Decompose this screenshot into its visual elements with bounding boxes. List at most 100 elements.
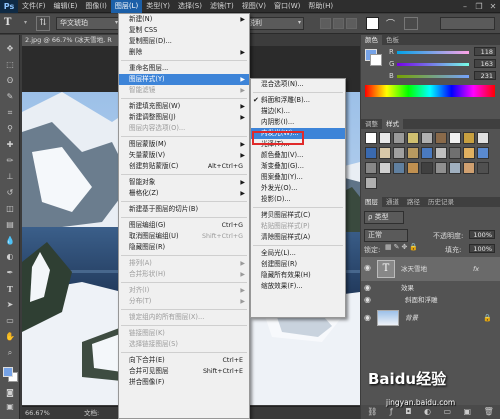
opacity-value[interactable]: 100%: [469, 230, 495, 239]
clone-stamp-tool-icon[interactable]: ⊥: [3, 171, 17, 183]
quick-select-tool-icon[interactable]: ✎: [3, 91, 17, 103]
layer_menu-item[interactable]: 选择链接图层(S): [119, 339, 249, 350]
workspace-select[interactable]: [440, 17, 495, 30]
text-color-swatch[interactable]: [366, 17, 379, 30]
style-swatch[interactable]: [463, 162, 475, 174]
style_menu-item[interactable]: 隐藏所有效果(H): [251, 270, 345, 281]
style-swatch[interactable]: [421, 147, 433, 159]
font-family-select[interactable]: 华文琥珀: [56, 17, 120, 30]
style-swatch[interactable]: [393, 147, 405, 159]
layer_menu-item[interactable]: 合并可见图层 Shift+Ctrl+E: [119, 366, 249, 377]
style_menu-item[interactable]: 创建图层(R): [251, 259, 345, 270]
menu-image[interactable]: 图像(I): [81, 0, 111, 13]
blur-tool-icon[interactable]: 💧: [3, 235, 17, 247]
layer_menu-item[interactable]: 图层蒙版(M) ▶: [119, 139, 249, 150]
style-swatch[interactable]: [449, 132, 461, 144]
screen-mode-icon[interactable]: ▣: [3, 401, 17, 413]
style_menu-item[interactable]: 颜色叠加(V)...: [251, 150, 345, 161]
style-swatch[interactable]: [477, 162, 489, 174]
tab-history[interactable]: 历史记录: [424, 197, 458, 207]
style-swatch[interactable]: [421, 132, 433, 144]
layer_menu-item[interactable]: 图层样式(Y) ▶: [119, 74, 249, 85]
eye-icon[interactable]: ◉: [364, 293, 371, 307]
layer_menu-item[interactable]: 拼合图像(F): [119, 377, 249, 388]
hand-tool-icon[interactable]: ✋: [3, 331, 17, 343]
layer-filter-select[interactable]: ρ 类型: [364, 211, 404, 224]
menu-window[interactable]: 窗口(W): [270, 0, 304, 13]
pen-tool-icon[interactable]: ✒: [3, 267, 17, 279]
layer_menu-item[interactable]: 复制图层(D)...: [119, 36, 249, 47]
layer_menu-item[interactable]: 删除 ▶: [119, 47, 249, 58]
layer_menu-item[interactable]: 向下合并(E) Ctrl+E: [119, 355, 249, 366]
menu-file[interactable]: 文件(F): [18, 0, 50, 13]
layer_menu-item[interactable]: 智能对象 ▶: [119, 177, 249, 188]
lock-icons[interactable]: ▦✎✥🔒: [385, 243, 420, 251]
style_menu-item[interactable]: 投影(D)...: [251, 194, 345, 205]
style_menu-item[interactable]: 外发光(O)...: [251, 183, 345, 194]
style_menu-item[interactable]: 缩放效果(F)...: [251, 281, 345, 292]
style-swatch[interactable]: [449, 147, 461, 159]
tab-layers[interactable]: 图层: [361, 197, 382, 207]
menu-filter[interactable]: 滤镜(T): [206, 0, 238, 13]
shape-tool-icon[interactable]: ▭: [3, 315, 17, 327]
blend-mode-select[interactable]: 正常: [364, 229, 408, 242]
menu-type[interactable]: 类型(Y): [142, 0, 174, 13]
style_menu-item[interactable]: 混合选项(N)...: [251, 79, 345, 90]
minimize-icon[interactable]: –: [458, 0, 472, 13]
style-swatch[interactable]: [379, 147, 391, 159]
tab-swatches[interactable]: 色板: [382, 35, 403, 45]
style_menu-item[interactable]: 渐变叠加(G)...: [251, 161, 345, 172]
red-value[interactable]: 118: [474, 47, 496, 56]
layer_menu-item[interactable]: 合并形状(H) ▶: [119, 269, 249, 280]
layer-row-text[interactable]: ◉ T 冰天雪地 fx: [361, 257, 500, 281]
path-select-tool-icon[interactable]: ➤: [3, 299, 17, 311]
green-value[interactable]: 163: [474, 59, 496, 68]
style_menu-item[interactable]: ✔ 斜面和浮雕(B)...: [251, 95, 345, 106]
fx-badge[interactable]: fx: [473, 262, 479, 276]
style-swatch[interactable]: [365, 132, 377, 144]
style-swatch[interactable]: [407, 162, 419, 174]
style-swatch[interactable]: [477, 132, 489, 144]
style-swatch[interactable]: [393, 132, 405, 144]
tab-paths[interactable]: 路径: [403, 197, 424, 207]
eye-icon[interactable]: ◉: [364, 311, 371, 325]
tab-color[interactable]: 颜色: [361, 35, 382, 45]
layer_menu-item[interactable]: 图层内容选项(O)...: [119, 123, 249, 134]
style_menu-item[interactable]: 内阴影(I)...: [251, 117, 345, 128]
align-left-icon[interactable]: [320, 18, 331, 29]
layer_menu-item[interactable]: 重命名图层...: [119, 63, 249, 74]
background-layer-name[interactable]: 背景: [405, 311, 418, 325]
green-slider[interactable]: [397, 63, 469, 66]
style-swatch[interactable]: [421, 162, 433, 174]
layer_menu-item[interactable]: 图层编组(G) Ctrl+G: [119, 220, 249, 231]
style-swatch[interactable]: [435, 147, 447, 159]
crop-tool-icon[interactable]: ⌗: [3, 107, 17, 119]
style_menu-item[interactable]: 粘贴图层样式(P): [251, 221, 345, 232]
menu-help[interactable]: 帮助(H): [304, 0, 337, 13]
tab-styles[interactable]: 样式: [382, 119, 403, 129]
layer_menu-item[interactable]: 新建基于图层的切片(B): [119, 204, 249, 215]
gradient-tool-icon[interactable]: ▤: [3, 219, 17, 231]
restore-icon[interactable]: ❐: [472, 0, 486, 13]
layer_menu-item[interactable]: 矢量蒙版(V) ▶: [119, 150, 249, 161]
anti-alias-select[interactable]: 锐利: [244, 17, 304, 30]
style-swatch[interactable]: [379, 162, 391, 174]
fill-value[interactable]: 100%: [469, 244, 495, 253]
warp-text-icon[interactable]: ⌒: [386, 17, 400, 30]
type-tool-icon[interactable]: T: [3, 283, 17, 295]
healing-brush-tool-icon[interactable]: ✚: [3, 139, 17, 151]
color-bg-swatch[interactable]: [370, 54, 382, 66]
layer_menu-item[interactable]: 智能滤镜 ▶: [119, 85, 249, 96]
layer-row-effect-bevel[interactable]: ◉ 斜面和浮雕: [361, 293, 500, 307]
eye-icon[interactable]: ◉: [364, 262, 374, 274]
align-right-icon[interactable]: [346, 18, 357, 29]
type-tool-icon[interactable]: T: [4, 17, 24, 31]
eraser-tool-icon[interactable]: ◫: [3, 203, 17, 215]
blue-slider[interactable]: [397, 75, 469, 78]
layer_menu-item[interactable]: 隐藏图层(R): [119, 242, 249, 253]
menu-view[interactable]: 视图(V): [238, 0, 270, 13]
style_menu-item[interactable]: 全局光(L)...: [251, 248, 345, 259]
marquee-tool-icon[interactable]: ⬚: [3, 59, 17, 71]
red-slider[interactable]: [397, 51, 469, 54]
dodge-tool-icon[interactable]: ◐: [3, 251, 17, 263]
